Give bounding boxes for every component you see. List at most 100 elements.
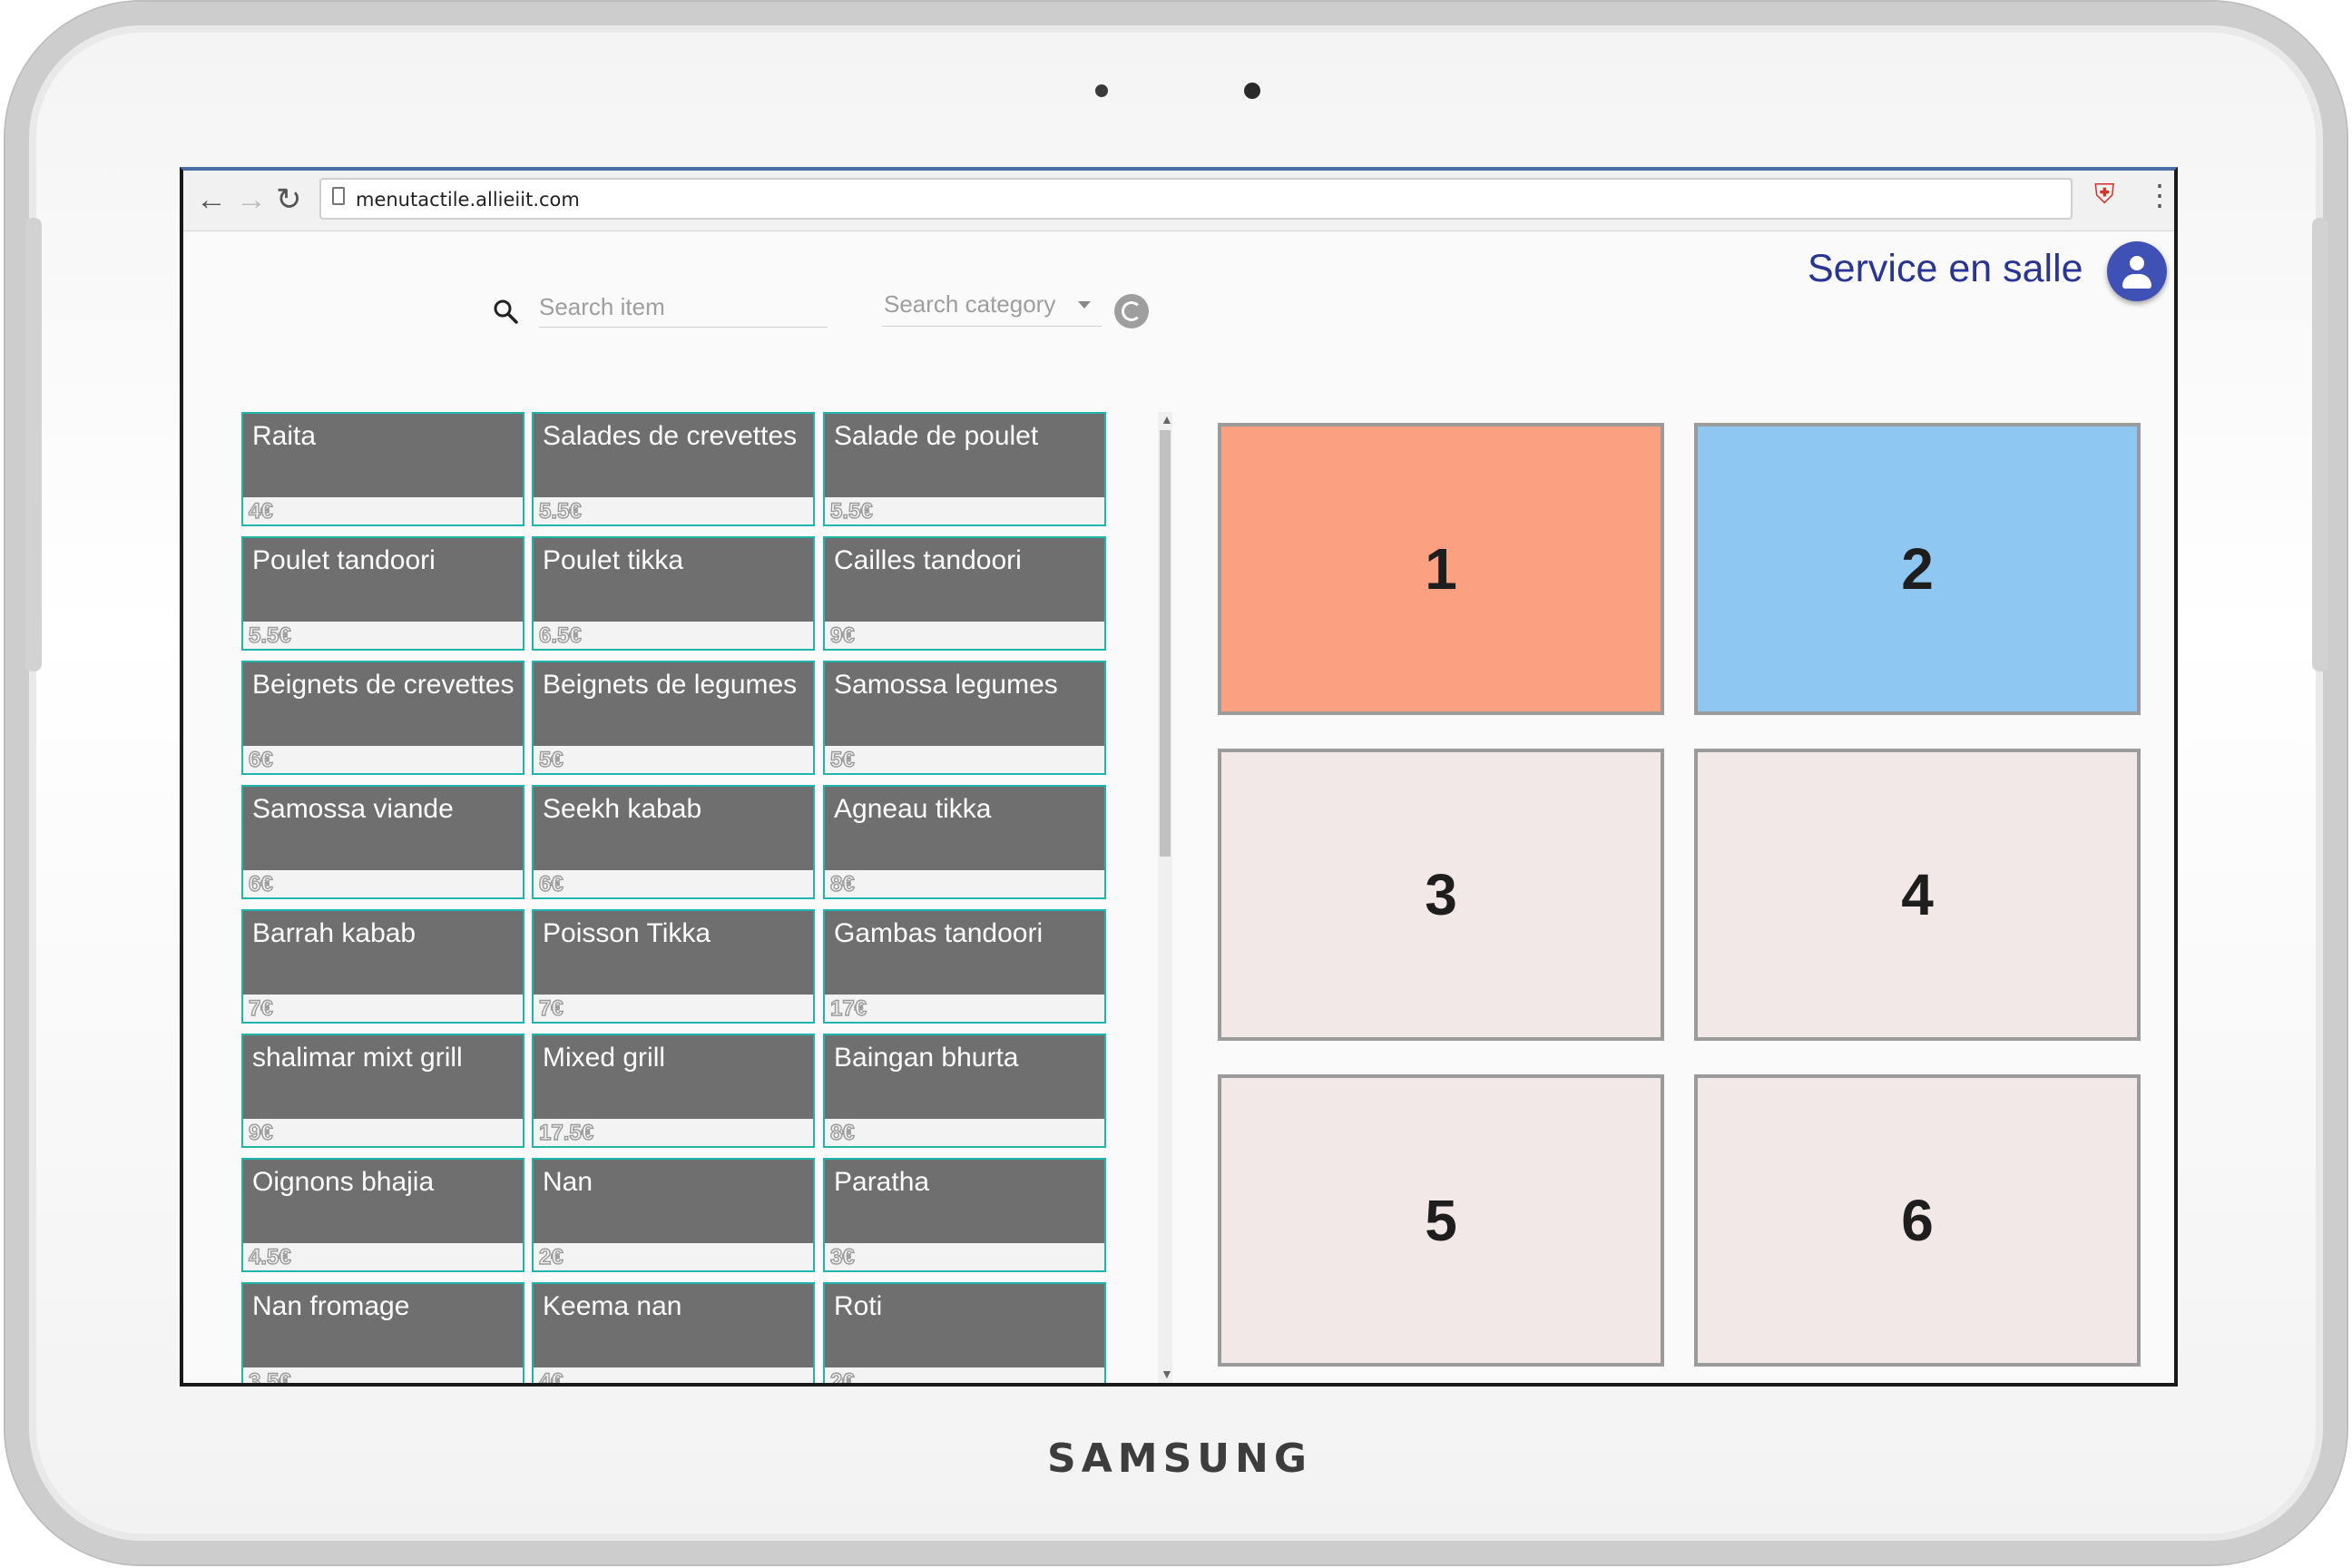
menu-item-card[interactable]: Beignets de legumes 5€	[532, 661, 815, 775]
menu-item-price-strip: 9€	[825, 622, 1104, 649]
menu-item-price: 9€	[829, 622, 855, 648]
refresh-icon[interactable]	[1114, 294, 1149, 328]
menu-item-name: Samossa legumes	[834, 670, 1058, 700]
menu-item-card[interactable]: Agneau tikka 8€	[823, 785, 1106, 899]
menu-item-price: 6€	[248, 747, 273, 772]
back-arrow-icon[interactable]: ←	[196, 180, 227, 220]
page-icon	[332, 187, 345, 205]
scrollbar-thumb[interactable]	[1160, 430, 1171, 857]
menu-item-name: Paratha	[834, 1167, 930, 1197]
user-avatar-icon[interactable]	[2107, 241, 2167, 301]
menu-item-card[interactable]: Gambas tandoori 17€	[823, 909, 1106, 1024]
search-icon	[494, 299, 518, 324]
menu-item-price-strip: 8€	[825, 870, 1104, 897]
reload-icon[interactable]: ↻	[276, 180, 302, 220]
menu-item-card[interactable]: Cailles tandoori 9€	[823, 536, 1106, 651]
search-item-input[interactable]	[539, 287, 828, 328]
menu-item-card[interactable]: Salades de crevettes 5.5€	[532, 412, 815, 526]
menu-item-name: Keema nan	[543, 1291, 682, 1321]
menu-item-price-strip: 6€	[243, 870, 523, 897]
forward-arrow-icon[interactable]: →	[236, 180, 267, 220]
menu-item-price-strip: 7€	[243, 995, 523, 1022]
front-sensor	[1095, 84, 1108, 97]
chevron-down-icon	[1078, 301, 1091, 309]
menu-item-card[interactable]: Baingan bhurta 8€	[823, 1034, 1106, 1148]
url-text: menutactile.allieiit.com	[356, 189, 580, 211]
table-card-2[interactable]: 2	[1694, 423, 2141, 715]
menu-item-name: Baingan bhurta	[834, 1043, 1019, 1073]
menu-item-price-strip: 17.5€	[534, 1119, 813, 1146]
menu-item-price-strip: 3.5€	[243, 1367, 523, 1383]
menu-item-card[interactable]: Samossa legumes 5€	[823, 661, 1106, 775]
search-category-select[interactable]: Search category	[882, 285, 1102, 327]
menu-item-price: 5€	[829, 747, 855, 772]
shield-icon[interactable]: ⛨	[2094, 180, 2115, 211]
table-number: 1	[1425, 536, 1457, 602]
menu-item-price: 4€	[538, 1368, 564, 1387]
menu-item-price-strip: 6€	[243, 746, 523, 773]
menu-item-price: 6€	[538, 871, 564, 897]
menu-item-card[interactable]: shalimar mixt grill 9€	[241, 1034, 524, 1148]
menu-item-card[interactable]: Keema nan 4€	[532, 1282, 815, 1387]
menu-item-name: Barrah kabab	[252, 918, 416, 948]
table-card-3[interactable]: 3	[1218, 749, 1664, 1041]
browser-menu-icon[interactable]: ⋮	[2145, 178, 2174, 212]
menu-item-name: Cailles tandoori	[834, 545, 1022, 575]
menu-item-name: Nan	[543, 1167, 593, 1197]
menu-item-price: 5€	[538, 747, 564, 772]
address-bar[interactable]: menutactile.allieiit.com	[319, 178, 2073, 220]
menu-item-price: 3€	[829, 1244, 855, 1269]
menu-item-card[interactable]: Seekh kabab 6€	[532, 785, 815, 899]
menu-item-price-strip: 5€	[534, 746, 813, 773]
page-title: Service en salle	[1808, 247, 2083, 290]
menu-item-card[interactable]: Samossa viande 6€	[241, 785, 524, 899]
table-card-4[interactable]: 4	[1694, 749, 2141, 1041]
menu-item-price-strip: 7€	[534, 995, 813, 1022]
table-number: 3	[1425, 862, 1457, 927]
menu-item-card[interactable]: Roti 2€	[823, 1282, 1106, 1387]
menu-item-name: shalimar mixt grill	[252, 1043, 463, 1073]
menu-item-price: 5.5€	[829, 498, 873, 524]
menu-item-name: Nan fromage	[252, 1291, 410, 1321]
menu-item-price-strip: 4€	[534, 1367, 813, 1387]
menu-item-price: 2€	[538, 1244, 564, 1269]
menu-item-card[interactable]: Nan 2€	[532, 1158, 815, 1272]
menu-item-card[interactable]: Beignets de crevettes 6€	[241, 661, 524, 775]
menu-item-name: Agneau tikka	[834, 794, 992, 824]
menu-item-price: 17€	[829, 995, 867, 1021]
menu-item-price-strip: 9€	[243, 1119, 523, 1146]
menu-item-price: 6.5€	[538, 622, 582, 648]
menu-item-name: Mixed grill	[543, 1043, 666, 1073]
table-card-6[interactable]: 6	[1694, 1074, 2141, 1367]
menu-item-card[interactable]: Raita 4€	[241, 412, 524, 526]
menu-item-name: Salade de poulet	[834, 421, 1039, 451]
menu-item-card[interactable]: Paratha 3€	[823, 1158, 1106, 1272]
menu-item-price: 2€	[829, 1368, 855, 1387]
table-card-1[interactable]: 1	[1218, 423, 1664, 715]
menu-item-price-strip: 6€	[534, 870, 813, 897]
menu-item-name: Gambas tandoori	[834, 918, 1044, 948]
menu-item-name: Poisson Tikka	[543, 918, 711, 948]
menu-item-price-strip: 4.5€	[243, 1243, 523, 1270]
table-card-5[interactable]: 5	[1218, 1074, 1664, 1367]
table-number: 6	[1901, 1188, 1934, 1253]
table-number: 2	[1901, 536, 1934, 602]
table-number: 5	[1425, 1188, 1457, 1253]
menu-item-name: Samossa viande	[252, 794, 454, 824]
scroll-up-arrow-icon[interactable]: ▲	[1161, 412, 1173, 426]
menu-item-card[interactable]: Barrah kabab 7€	[241, 909, 524, 1024]
menu-item-price-strip: 2€	[825, 1367, 1104, 1387]
menu-item-card[interactable]: Poulet tikka 6.5€	[532, 536, 815, 651]
menu-item-card[interactable]: Mixed grill 17.5€	[532, 1034, 815, 1148]
menu-item-card[interactable]: Poisson Tikka 7€	[532, 909, 815, 1024]
menu-item-price-strip: 3€	[825, 1243, 1104, 1270]
menu-item-name: Raita	[252, 421, 317, 451]
scroll-down-arrow-icon[interactable]: ▼	[1161, 1367, 1173, 1381]
menu-item-card[interactable]: Salade de poulet 5.5€	[823, 412, 1106, 526]
menu-item-price-strip: 17€	[825, 995, 1104, 1022]
tablet-side-button-right	[2312, 218, 2328, 671]
menu-item-card[interactable]: Oignons bhajia 4.5€	[241, 1158, 524, 1272]
menu-item-price: 8€	[829, 871, 855, 897]
menu-item-card[interactable]: Nan fromage 3.5€	[241, 1282, 524, 1383]
menu-item-card[interactable]: Poulet tandoori 5.5€	[241, 536, 524, 651]
